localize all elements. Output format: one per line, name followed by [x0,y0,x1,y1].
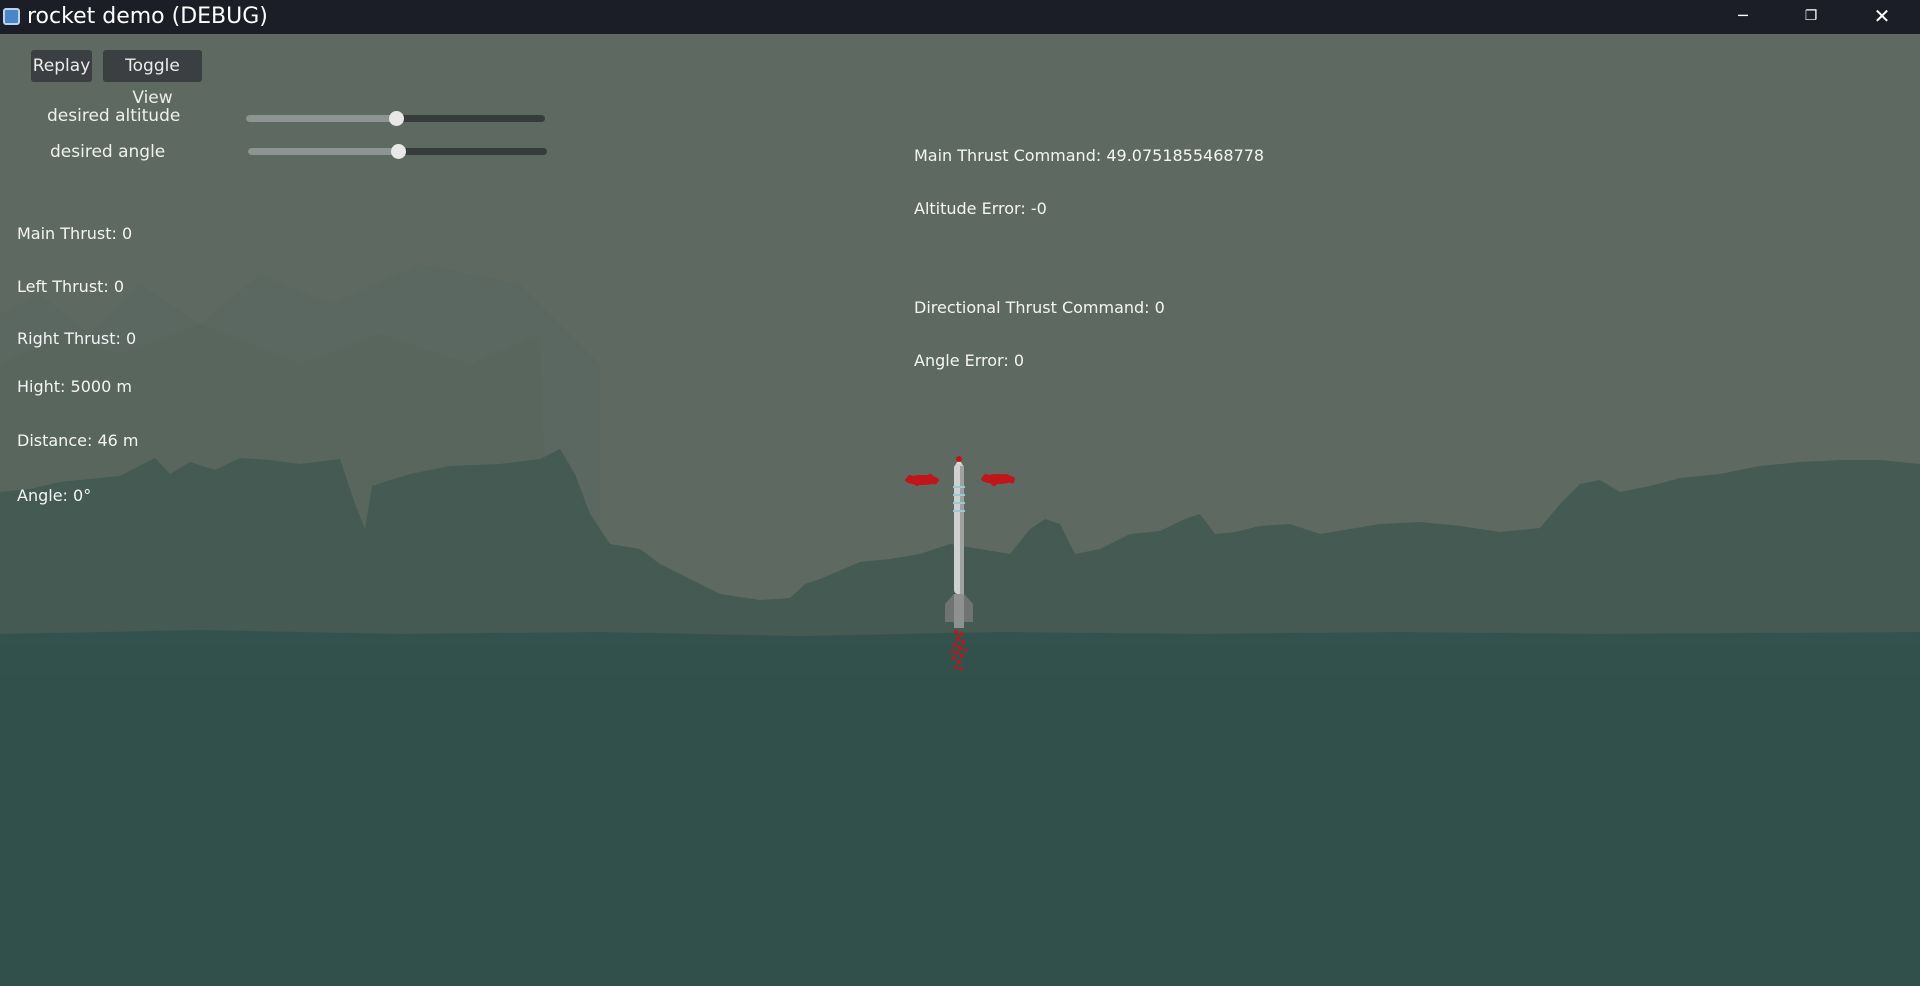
height-label: Hight: [17,377,66,396]
desired-altitude-slider-fill [246,115,396,122]
rocket-engine [954,594,964,628]
rocket-left-fin [945,594,954,622]
angle-readout: Angle: 0° [17,486,91,505]
main-thrust-command-readout: Main Thrust Command: 49.0751855468778 [914,146,1264,165]
left-thruster-flame [905,474,939,486]
close-button[interactable]: ✕ [1848,0,1916,34]
rocket-tip-light [956,456,962,462]
height-readout: Hight: 5000 m [17,377,132,396]
left-thrust-readout: Left Thrust: 0 [17,277,124,296]
rocket-body-shade [960,466,964,594]
directional-thrust-command-value: 0 [1154,298,1165,317]
replay-button[interactable]: Replay [31,50,92,82]
directional-thrust-command-readout: Directional Thrust Command: 0 [914,298,1165,317]
altitude-error-label: Altitude Error: [914,199,1026,218]
desired-altitude-label: desired altitude [47,106,181,126]
game-window: rocket demo (DEBUG) ─ ❐ ✕ Replay Toggle … [0,0,1920,986]
main-thrust-command-value: 49.0751855468778 [1106,146,1265,165]
left-thrust-label: Left Thrust: [17,277,109,296]
rocket [905,456,1015,671]
main-engine-exhaust [950,630,967,671]
distance-readout: Distance: 46 m [17,431,138,450]
toggle-view-button[interactable]: Toggle View [103,50,202,108]
main-thrust-readout: Main Thrust: 0 [17,224,132,243]
angle-value: 0° [73,486,92,505]
right-thrust-readout: Right Thrust: 0 [17,329,136,348]
main-thrust-label: Main Thrust: [17,224,117,243]
main-thrust-command-label: Main Thrust Command: [914,146,1102,165]
altitude-error-value: -0 [1030,199,1047,218]
altitude-error-readout: Altitude Error: -0 [914,199,1047,218]
godot-app-icon [3,8,20,25]
right-thrust-value: 0 [125,329,137,348]
desired-angle-slider-handle[interactable] [390,144,406,159]
ground [0,644,1920,986]
minimize-button[interactable]: ─ [1709,0,1777,34]
window-title: rocket demo (DEBUG) [27,4,268,29]
desired-angle-label: desired angle [50,142,166,162]
height-value: 5000 m [70,377,132,396]
right-thrust-label: Right Thrust: [17,329,121,348]
distance-value: 46 m [97,431,139,450]
title-bar[interactable]: rocket demo (DEBUG) ─ ❐ ✕ [0,0,1920,34]
desired-angle-slider[interactable] [248,144,547,159]
angle-error-value: 0 [1013,351,1025,370]
rocket-right-fin [964,594,973,622]
angle-error-readout: Angle Error: 0 [914,351,1024,370]
left-thrust-value: 0 [113,277,125,296]
directional-thrust-command-label: Directional Thrust Command: [914,298,1150,317]
distance-label: Distance: [17,431,93,450]
right-thruster-flame [981,474,1015,486]
desired-altitude-slider-handle[interactable] [388,111,404,126]
maximize-button[interactable]: ❐ [1777,0,1845,34]
angle-error-label: Angle Error: [914,351,1009,370]
angle-label: Angle: [17,486,68,505]
game-viewport[interactable]: Replay Toggle View desired altitude desi… [0,34,1920,986]
main-thrust-value: 0 [122,224,133,243]
desired-altitude-slider[interactable] [246,111,545,126]
desired-angle-slider-fill [248,148,398,155]
